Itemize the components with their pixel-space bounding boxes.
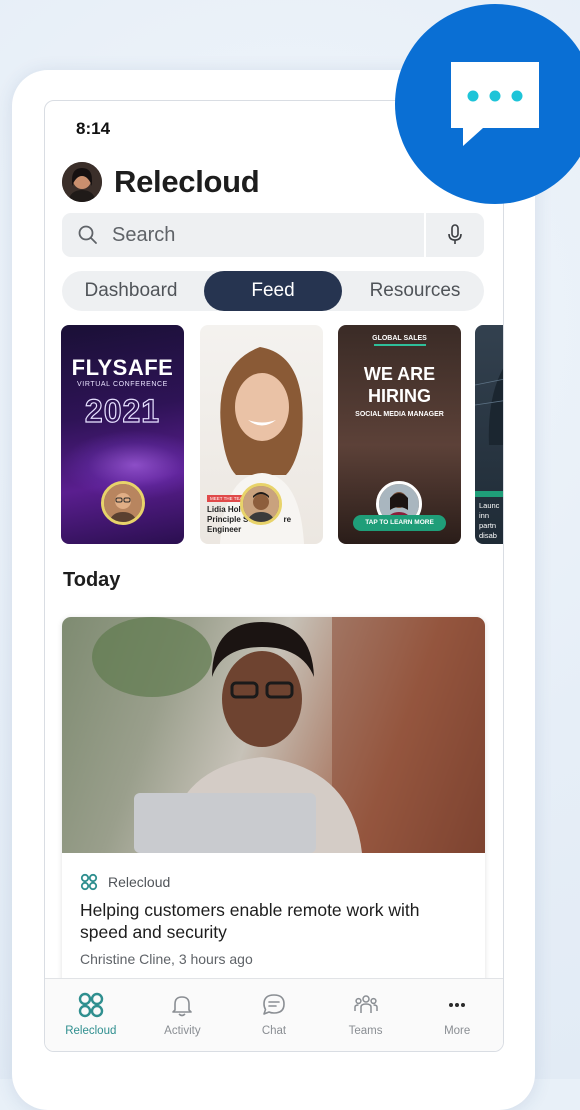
microphone-icon[interactable]: [426, 213, 484, 257]
feed-card-image: [62, 617, 485, 853]
chat-icon: [263, 994, 285, 1015]
nav-item-chat[interactable]: Chat: [228, 979, 320, 1051]
nav-label: Activity: [164, 1025, 201, 1037]
story-text-line: inn: [479, 511, 490, 520]
nav-item-teams[interactable]: Teams: [320, 979, 412, 1051]
stories-carousel[interactable]: FLYSAFE VIRTUAL CONFERENCE 2021 MEET THE…: [61, 325, 503, 545]
story-tag: [475, 491, 503, 497]
story-card-flysafe[interactable]: FLYSAFE VIRTUAL CONFERENCE 2021: [61, 325, 184, 544]
bell-icon: [172, 996, 193, 1017]
feed-card-title[interactable]: Helping customers enable remote work wit…: [80, 899, 470, 943]
tab-feed[interactable]: Feed: [204, 271, 342, 311]
nav-label: Relecloud: [65, 1025, 117, 1037]
story-avatar: [240, 483, 282, 525]
story-label-underline: [374, 344, 426, 346]
story-person-name: Lidia Hol: [207, 505, 241, 514]
story-title: WE ARE HIRING: [338, 363, 461, 407]
story-text-line: Launc: [479, 501, 500, 510]
nav-item-activity[interactable]: Activity: [137, 979, 229, 1051]
story-year: 2021: [84, 392, 161, 429]
nav-label: More: [444, 1025, 471, 1037]
story-background-art: [475, 368, 503, 445]
teams-icon: [353, 995, 378, 1013]
story-card-team-member[interactable]: MEET THE TEAM Lidia Hol Principle So re E…: [200, 325, 323, 544]
nav-label: Teams: [348, 1025, 383, 1037]
relecloud-logo-icon: [80, 873, 98, 891]
story-card-partial[interactable]: Launc inn partn disab: [475, 325, 503, 544]
search-icon: [66, 213, 110, 257]
more-icon: [449, 1003, 466, 1007]
bottom-navigation: Relecloud Activity Chat Teams More: [45, 978, 503, 1051]
story-card-hiring[interactable]: GLOBAL SALES WE ARE HIRING SOCIAL MEDIA M…: [338, 325, 461, 544]
story-title-line1: WE ARE: [363, 364, 436, 384]
nav-item-more[interactable]: More: [411, 979, 503, 1051]
app-header: Relecloud: [62, 161, 260, 203]
section-title-today: Today: [63, 569, 121, 591]
user-avatar[interactable]: [62, 162, 102, 202]
feed-card[interactable]: Relecloud Helping customers enable remot…: [62, 617, 485, 997]
nav-item-relecloud[interactable]: Relecloud: [45, 979, 137, 1051]
app-screen: 8:14 Relecloud Search Dashboard Feed Res…: [44, 100, 504, 1052]
story-title: FLYSAFE: [71, 355, 174, 380]
nav-label: Chat: [261, 1025, 287, 1037]
feed-card-source: Relecloud: [80, 873, 170, 891]
relecloud-icon: [78, 992, 103, 1018]
story-subtitle: VIRTUAL CONFERENCE: [77, 381, 168, 388]
story-text-line: disab: [479, 531, 497, 540]
feed-card-meta: Christine Cline, 3 hours ago: [80, 951, 253, 967]
chat-bubble-button[interactable]: [395, 4, 580, 204]
story-label: GLOBAL SALES: [372, 335, 427, 342]
learn-more-button[interactable]: TAP TO LEARN MORE: [353, 515, 446, 531]
story-text-line: partn: [479, 521, 497, 530]
story-subtitle: SOCIAL MEDIA MANAGER: [355, 411, 444, 418]
app-title: Relecloud: [114, 164, 260, 199]
chat-bubble-icon: [451, 62, 539, 146]
story-title-line2: HIRING: [368, 386, 431, 406]
story-avatar: [101, 481, 145, 525]
feed-card-source-name: Relecloud: [108, 874, 171, 890]
tab-resources[interactable]: Resources: [346, 271, 484, 311]
tab-dashboard[interactable]: Dashboard: [62, 271, 200, 311]
status-time: 8:14: [76, 119, 111, 138]
search-bar[interactable]: Search: [62, 213, 484, 257]
story-text: Launc inn partn disab: [479, 501, 499, 541]
segmented-tabs: Dashboard Feed Resources: [62, 271, 484, 311]
